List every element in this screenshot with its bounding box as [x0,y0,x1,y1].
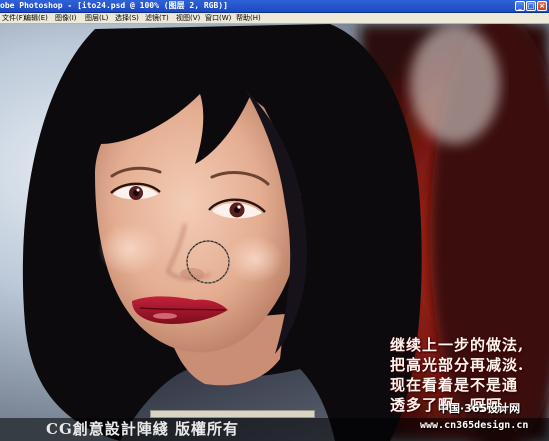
menu-bar: 文件(F) 编辑(E) 图像(I) 图层(L) 选择(S) 滤镜(T) 视图(V… [0,13,549,24]
menu-layer[interactable]: 图层(L) [85,13,108,23]
close-button[interactable]: × [537,1,547,11]
maximize-button[interactable]: □ [526,1,536,11]
window-title: obe Photoshop - [ito24.psd @ 100% (图层 2,… [0,1,228,10]
minimize-button[interactable]: _ [515,1,525,11]
menu-view[interactable]: 视图(V) [176,13,200,23]
menu-filter[interactable]: 滤镜(T) [145,13,169,23]
menu-window[interactable]: 窗口(W) [205,13,231,23]
horizontal-scrollbar[interactable] [150,410,315,418]
copyright-text: CG創意設計陣綫 版權所有 [46,420,239,438]
caption-line-1: 继续上一步的做法, [390,336,525,354]
caption-line-2: 把高光部分再减淡. [390,356,525,374]
menu-help[interactable]: 帮助(H) [236,13,261,23]
menu-file[interactable]: 文件(F) [2,13,26,23]
menu-image[interactable]: 图像(I) [55,13,77,23]
menu-edit[interactable]: 编辑(E) [24,13,48,23]
site-name: 中国·365设计网 [438,402,521,415]
menu-select[interactable]: 选择(S) [115,13,139,23]
document-canvas[interactable]: 继续上一步的做法, 把高光部分再减淡. 现在看着是不是通 透多了啊。呵呵。 [0,24,549,441]
caption-line-3: 现在看着是不是通 [390,376,519,394]
site-url: www.cn365design.cn [420,420,529,431]
watermark-banner: CG創意設計陣綫 版權所有 中国·365设计网 www.cn365design.… [0,402,549,441]
title-bar: obe Photoshop - [ito24.psd @ 100% (图层 2,… [0,0,549,13]
